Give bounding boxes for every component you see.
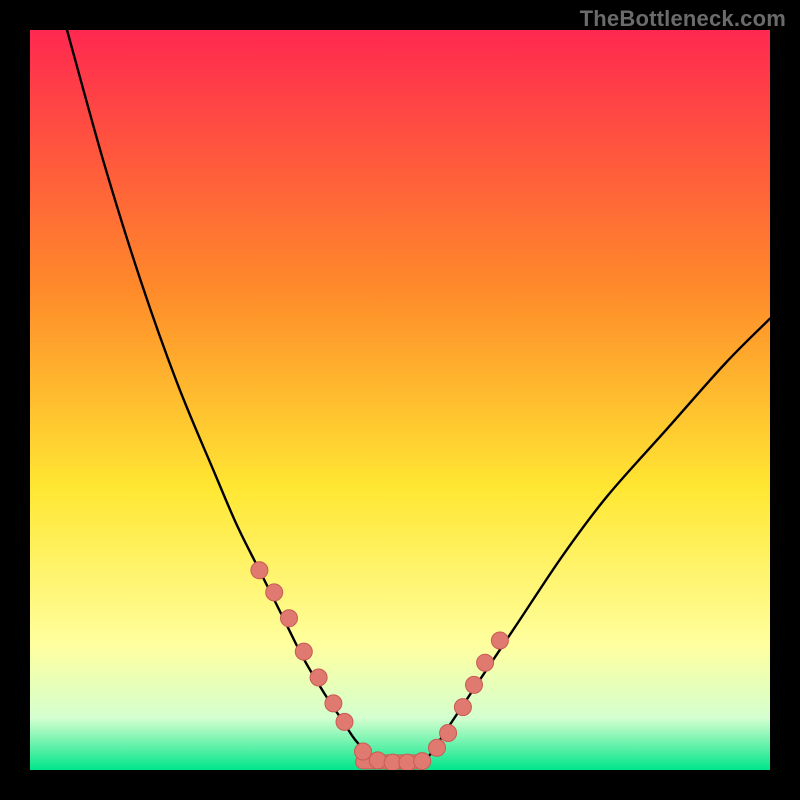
marker-dot	[295, 643, 312, 660]
marker-dot	[369, 752, 386, 769]
marker-dot	[414, 753, 431, 770]
plot-area	[30, 30, 770, 770]
marker-dot	[310, 669, 327, 686]
marker-dot	[491, 632, 508, 649]
marker-dot	[477, 654, 494, 671]
marker-dot	[281, 610, 298, 627]
marker-dot	[355, 743, 372, 760]
marker-dot	[466, 676, 483, 693]
marker-dot	[336, 713, 353, 730]
marker-dot	[429, 739, 446, 756]
chart-frame: TheBottleneck.com	[0, 0, 800, 800]
gradient-background	[30, 30, 770, 770]
marker-dot	[266, 584, 283, 601]
watermark-text: TheBottleneck.com	[580, 6, 786, 32]
marker-dot	[440, 725, 457, 742]
bottleneck-chart	[30, 30, 770, 770]
marker-dot	[454, 699, 471, 716]
marker-dot	[251, 562, 268, 579]
marker-dot	[325, 695, 342, 712]
